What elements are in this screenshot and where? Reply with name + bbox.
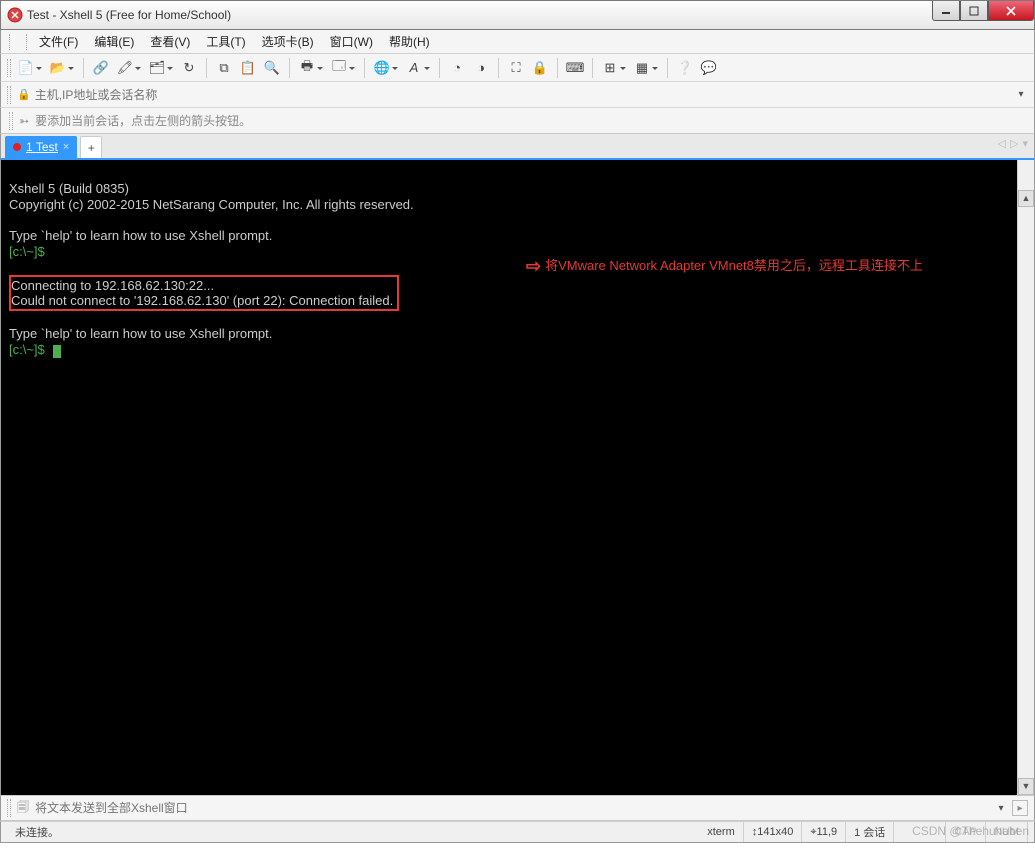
send-input[interactable] <box>35 801 994 815</box>
app-icon <box>7 7 23 23</box>
status-sessions: 1 会话 <box>846 822 894 842</box>
terminal-view[interactable]: Xshell 5 (Build 0835) Copyright (c) 2002… <box>0 160 1035 795</box>
pin-icon[interactable]: ➳ <box>19 114 29 128</box>
tile-button[interactable]: ▦ <box>631 57 653 79</box>
send-option[interactable]: ▸ <box>1012 800 1028 816</box>
tab-nav: ◁ ▷ ▾ <box>998 137 1028 150</box>
annotation-text: 将VMware Network Adapter VMnet8禁用之后，远程工具连… <box>545 258 923 273</box>
print-button[interactable]: 🖶 <box>296 57 318 79</box>
status-bar: 未连接。 xterm ↕ 141x40 ⌖ 11,9 1 会话 CAP NUM <box>0 821 1035 843</box>
tab-close-icon[interactable]: × <box>63 141 69 153</box>
keyboard-button[interactable]: ⌨ <box>564 57 586 79</box>
status-cursor: ⌖ 11,9 <box>802 822 846 842</box>
tab-index: 1 <box>26 140 33 154</box>
status-dot-icon <box>13 143 21 151</box>
tab-list[interactable]: ▾ <box>1022 137 1028 150</box>
help-line2: Type `help' to learn how to use Xshell p… <box>9 326 272 341</box>
font-button[interactable]: A <box>403 57 425 79</box>
paste-button[interactable]: 📋 <box>237 57 259 79</box>
copy-props-button[interactable]: 🗂 <box>146 57 168 79</box>
maximize-button[interactable] <box>960 1 988 21</box>
window-controls <box>932 1 1034 21</box>
color2-button[interactable]: ◑ <box>470 57 492 79</box>
banner-line1: Xshell 5 (Build 0835) <box>9 181 129 196</box>
send-dropdown[interactable]: ▾ <box>994 803 1008 814</box>
menu-tabs[interactable]: 选项卡(B) <box>254 33 322 50</box>
scrollbar[interactable]: ▲ ▼ <box>1017 160 1034 795</box>
status-state: 未连接。 <box>7 822 699 842</box>
broadcast-icon[interactable]: 🗐 <box>17 798 29 819</box>
connect-line1: Connecting to 192.168.62.130:22... <box>11 278 214 293</box>
scroll-down-icon[interactable]: ▼ <box>1018 778 1034 795</box>
fullscreen-button[interactable]: ⛶ <box>505 57 527 79</box>
reconnect-button[interactable]: ↻ <box>178 57 200 79</box>
status-size: ↕ 141x40 <box>744 822 803 842</box>
menu-window[interactable]: 窗口(W) <box>322 33 381 50</box>
address-input[interactable] <box>35 88 1014 102</box>
menu-tools[interactable]: 工具(T) <box>198 33 253 50</box>
toolbar: 📄 📂 🔗 🖍 🗂 ↻ ⧉ 📋 🔍 🖶 🗔 🌐 A ◔ ◑ ⛶ 🔒 ⌨ ⊞ ▦ … <box>0 54 1035 82</box>
close-button[interactable] <box>988 1 1034 21</box>
menu-file[interactable]: 文件(F) <box>31 33 86 50</box>
address-bar: 🔒 ▾ <box>0 82 1035 108</box>
grip-icon <box>7 86 11 104</box>
prompt2: [c:\~]$ <box>9 342 45 357</box>
prompt: [c:\~]$ <box>9 244 45 259</box>
tab-next[interactable]: ▷ <box>1010 137 1018 150</box>
grip-icon <box>9 112 13 130</box>
minimize-button[interactable] <box>932 1 960 21</box>
link-button[interactable]: 🔗 <box>90 57 112 79</box>
send-bar: 🗐 ▾ ▸ <box>0 795 1035 821</box>
menu-help[interactable]: 帮助(H) <box>381 33 438 50</box>
tab-prev[interactable]: ◁ <box>998 137 1006 150</box>
new-session-button[interactable]: 📄 <box>15 57 37 79</box>
lock-button[interactable]: 🔒 <box>529 57 551 79</box>
tab-strip: 1 Test × + ◁ ▷ ▾ <box>0 134 1035 160</box>
error-highlight-box: Connecting to 192.168.62.130:22... Could… <box>9 275 399 311</box>
open-button[interactable]: 📂 <box>47 57 69 79</box>
arrow-icon: ⇨ <box>526 260 541 272</box>
status-term: xterm <box>699 822 744 842</box>
connect-line2: Could not connect to '192.168.62.130' (p… <box>11 293 393 308</box>
help-button[interactable]: ❔ <box>674 57 696 79</box>
tab-test[interactable]: 1 Test × <box>5 136 77 158</box>
copy-button[interactable]: ⧉ <box>213 57 235 79</box>
highlight-button[interactable]: 🖍 <box>114 57 136 79</box>
encoding-button[interactable]: 🌐 <box>371 57 393 79</box>
new-window-button[interactable]: ⊞ <box>599 57 621 79</box>
grip-icon <box>7 799 11 817</box>
grip-icon <box>9 34 27 50</box>
help-line: Type `help' to learn how to use Xshell p… <box>9 228 272 243</box>
hint-bar: ➳ 要添加当前会话，点击左侧的箭头按钮。 <box>0 108 1035 134</box>
hint-text: 要添加当前会话，点击左侧的箭头按钮。 <box>35 112 251 129</box>
banner-line2: Copyright (c) 2002-2015 NetSarang Comput… <box>9 197 414 212</box>
new-tab-button[interactable]: + <box>80 136 102 158</box>
cursor <box>53 345 61 358</box>
window-title: Test - Xshell 5 (Free for Home/School) <box>27 8 231 22</box>
tab-label: Test <box>36 140 58 154</box>
grip-icon <box>7 59 11 77</box>
color1-button[interactable]: ◔ <box>446 57 468 79</box>
properties-button[interactable]: 🗔 <box>328 57 350 79</box>
window-titlebar: Test - Xshell 5 (Free for Home/School) <box>0 0 1035 30</box>
address-dropdown[interactable]: ▾ <box>1014 89 1028 100</box>
menu-edit[interactable]: 编辑(E) <box>86 33 142 50</box>
feedback-button[interactable]: 💬 <box>698 57 720 79</box>
menu-bar: 文件(F) 编辑(E) 查看(V) 工具(T) 选项卡(B) 窗口(W) 帮助(… <box>0 30 1035 54</box>
search-button[interactable]: 🔍 <box>261 57 283 79</box>
annotation: ⇨ 将VMware Network Adapter VMnet8禁用之后，远程工… <box>526 258 923 273</box>
watermark: CSDN @Thehuhaben <box>912 824 1029 838</box>
menu-view[interactable]: 查看(V) <box>142 33 198 50</box>
scroll-up-icon[interactable]: ▲ <box>1018 190 1034 207</box>
lock-icon: 🔒 <box>17 88 31 101</box>
